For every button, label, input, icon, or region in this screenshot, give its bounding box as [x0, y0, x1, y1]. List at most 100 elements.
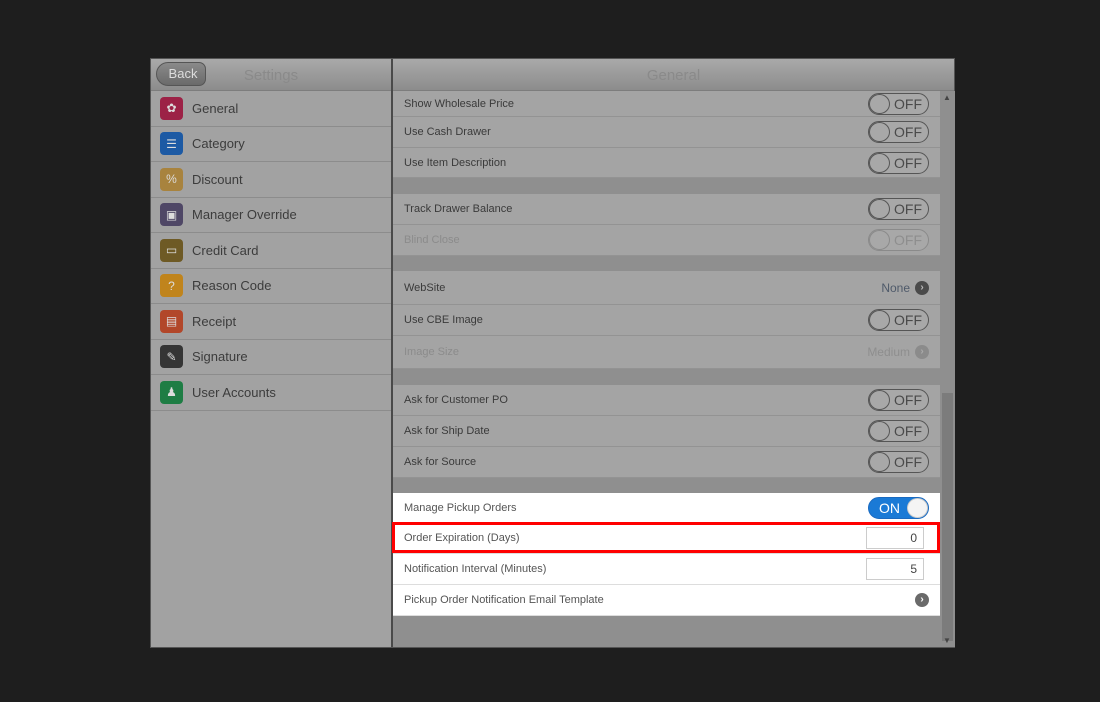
question-icon: ?: [160, 274, 183, 298]
sidebar-item-label: Receipt: [192, 313, 237, 329]
ask-for-source-toggle[interactable]: OFF: [868, 451, 929, 473]
toggle-knob: [869, 452, 890, 472]
sidebar-item-label: User Accounts: [192, 384, 276, 400]
setting-row-website[interactable]: WebSite None ›: [393, 271, 940, 305]
setting-label: Pickup Order Notification Email Template: [404, 594, 604, 606]
chevron-right-icon[interactable]: ›: [915, 593, 929, 607]
setting-row-ask-for-source: Ask for Source OFF: [393, 447, 940, 478]
toggle-state: OFF: [894, 454, 922, 470]
sidebar-item-receipt[interactable]: ▤ Receipt: [151, 304, 391, 340]
setting-value: None: [881, 280, 910, 295]
setting-label: Ask for Ship Date: [404, 425, 490, 437]
image-size-nav[interactable]: Medium ›: [867, 345, 929, 359]
toggle-state: OFF: [894, 124, 922, 140]
blind-close-toggle[interactable]: OFF: [868, 229, 929, 251]
setting-label: Show Wholesale Price: [404, 97, 515, 110]
sidebar-item-label: General: [192, 100, 239, 116]
setting-label: WebSite: [404, 281, 446, 294]
setting-label: Notification Interval (Minutes): [404, 563, 547, 575]
toggle-knob: [869, 390, 890, 410]
use-cash-drawer-toggle[interactable]: OFF: [868, 121, 929, 143]
toggle-state: OFF: [894, 201, 922, 217]
setting-row-pickup-order-notification-email-template[interactable]: Pickup Order Notification Email Template…: [393, 585, 940, 616]
sidebar: ✿ General ☰ Category% Discount ▣ Manager Overr…: [151, 91, 391, 647]
notification-interval-minutes-input[interactable]: 5: [866, 558, 924, 580]
toggle-knob: [869, 93, 890, 114]
ask-for-ship-date-toggle[interactable]: OFF: [868, 420, 929, 442]
setting-row-use-cash-drawer: Use Cash Drawer OFF: [393, 117, 940, 148]
credit-card-icon: ▭: [160, 238, 183, 262]
settings-list: Show Wholesale Price OFF Use Cash Drawer OF…: [393, 91, 940, 647]
setting-label: Image Size: [404, 346, 460, 358]
settings-window: Settings Back General ✿ General ☰ Category%…: [150, 58, 955, 648]
pickup-order-notification-email-template-nav[interactable]: ›: [910, 593, 929, 607]
pen-icon: ✎: [160, 345, 183, 369]
setting-label: Use Cash Drawer: [404, 126, 491, 138]
setting-label: Track Drawer Balance: [404, 203, 513, 215]
chevron-right-icon[interactable]: ›: [915, 280, 929, 295]
use-cbe-image-toggle[interactable]: OFF: [868, 309, 929, 331]
setting-label: Ask for Customer PO: [404, 394, 508, 406]
sidebar-item-general[interactable]: ✿ General: [151, 91, 391, 127]
setting-row-ask-for-ship-date: Ask for Ship Date OFF: [393, 416, 940, 447]
setting-label: Manage Pickup Orders: [404, 501, 517, 514]
sidebar-item-label: Reason Code: [192, 278, 272, 294]
setting-row-notification-interval-minutes: Notification Interval (Minutes) 5: [393, 554, 940, 585]
sidebar-item-manager-override[interactable]: ▣ Manager Override: [151, 198, 391, 233]
sidebar-header: Settings Back: [151, 59, 391, 91]
toggle-state: OFF: [894, 392, 922, 408]
ask-for-customer-po-toggle[interactable]: OFF: [868, 389, 929, 411]
manage-pickup-orders-toggle[interactable]: ON: [868, 496, 929, 519]
back-button[interactable]: Back: [156, 62, 206, 86]
scrollbar-thumb[interactable]: [942, 393, 953, 641]
general-title: General: [646, 67, 701, 84]
setting-row-blind-close: Blind Close OFF: [393, 225, 940, 256]
sidebar-item-discount[interactable]: % Discount: [151, 162, 391, 198]
use-item-description-toggle[interactable]: OFF: [868, 151, 929, 174]
scroll-up-icon[interactable]: ▲: [943, 93, 951, 102]
sidebar-item-user-accounts[interactable]: ♟ User Accounts: [151, 375, 391, 411]
user-icon: ♟: [160, 380, 183, 404]
toggle-knob: [869, 199, 890, 219]
highlight-box: [392, 522, 940, 553]
setting-label: Use CBE Image: [404, 314, 483, 326]
toggle-knob: [869, 421, 890, 441]
setting-value: Medium: [867, 345, 910, 359]
toggle-state: OFF: [894, 423, 922, 439]
website-nav[interactable]: None ›: [881, 280, 929, 295]
toggle-state: OFF: [894, 154, 922, 171]
list-icon: ☰: [160, 132, 183, 156]
setting-label: Ask for Source: [404, 456, 477, 468]
sidebar-item-reason-code[interactable]: ? Reason Code: [151, 269, 391, 304]
sidebar-item-credit-card[interactable]: ▭ Credit Card: [151, 233, 391, 269]
toggle-knob: [907, 497, 928, 518]
setting-row-use-cbe-image: Use CBE Image OFF: [393, 305, 940, 336]
setting-row-ask-for-customer-po: Ask for Customer PO OFF: [393, 385, 940, 416]
sidebar-item-category[interactable]: ☰ Category: [151, 127, 391, 162]
setting-row-manage-pickup-orders: Manage Pickup Orders ON: [393, 493, 940, 523]
toggle-state: OFF: [894, 232, 922, 248]
setting-label: Blind Close: [404, 234, 460, 246]
tag-icon: %: [160, 167, 183, 191]
sidebar-item-label: Discount: [192, 171, 243, 187]
sidebar-item-signature[interactable]: ✎ Signature: [151, 340, 391, 375]
setting-label: Use Item Description: [404, 156, 507, 169]
setting-row-use-item-description: Use Item Description OFF: [393, 148, 940, 178]
scrollbar[interactable]: ▲ ▼: [940, 91, 955, 647]
setting-row-track-drawer-balance: Track Drawer Balance OFF: [393, 194, 940, 225]
sidebar-item-label: Manager Override: [192, 207, 297, 223]
setting-row-image-size[interactable]: Image Size Medium ›: [393, 336, 940, 369]
track-drawer-balance-toggle[interactable]: OFF: [868, 198, 929, 220]
show-wholesale-price-toggle[interactable]: OFF: [868, 92, 929, 115]
main-header: General: [393, 59, 954, 91]
toggle-knob: [869, 152, 890, 173]
setting-row-show-wholesale-price: Show Wholesale Price OFF: [393, 91, 940, 117]
chevron-right-icon[interactable]: ›: [915, 345, 929, 359]
toggle-knob: [869, 122, 890, 142]
sidebar-item-label: Credit Card: [192, 242, 259, 258]
gear-icon: ✿: [160, 96, 183, 120]
receipt-icon: ▤: [160, 309, 183, 333]
sidebar-item-label: Signature: [192, 349, 248, 365]
toggle-knob: [869, 230, 890, 250]
scroll-down-icon[interactable]: ▼: [943, 636, 951, 645]
